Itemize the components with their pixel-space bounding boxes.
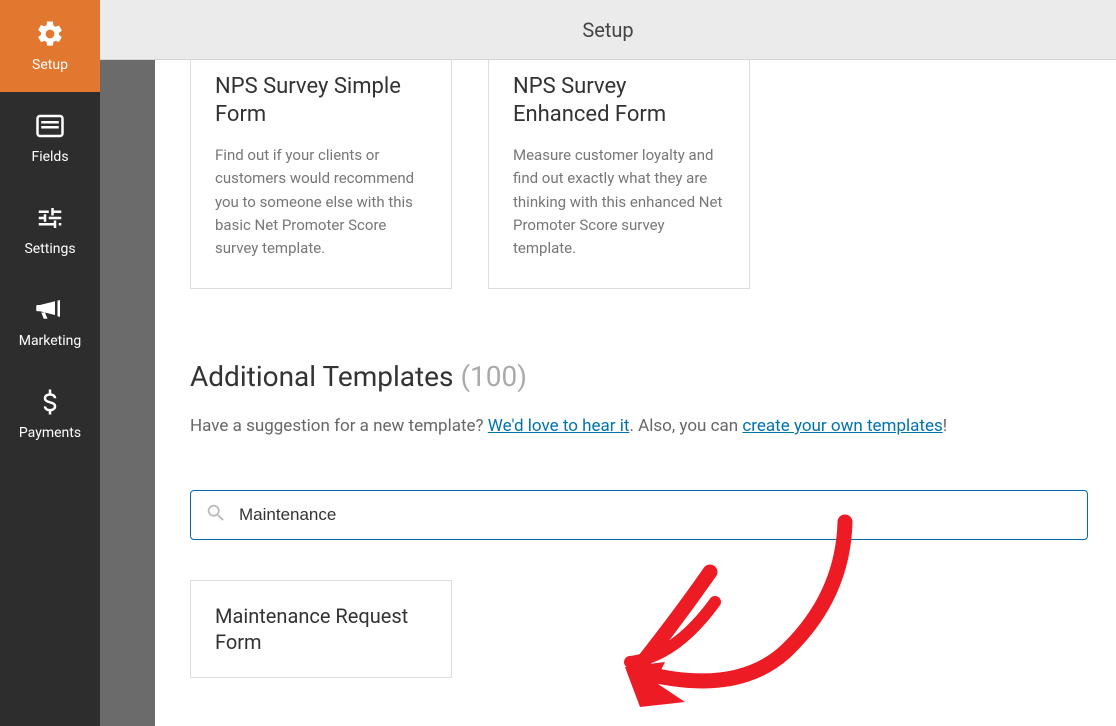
template-card-nps-enhanced[interactable]: NPS Survey Enhanced Form Measure custome…	[488, 60, 750, 289]
sidebar-label-settings: Settings	[24, 241, 75, 257]
additional-templates-heading: Additional Templates (100)	[190, 360, 527, 393]
section-title-text: Additional Templates	[190, 360, 453, 393]
template-card-nps-simple[interactable]: NPS Survey Simple Form Find out if your …	[190, 60, 452, 289]
sidebar-item-setup[interactable]: Setup	[0, 0, 100, 92]
template-search[interactable]	[190, 490, 1088, 540]
helper-mid: . Also, you can	[629, 416, 742, 436]
section-count: (100)	[460, 360, 527, 393]
template-card-maintenance[interactable]: Maintenance Request Form	[190, 580, 452, 678]
sidebar-label-marketing: Marketing	[19, 333, 82, 349]
card-title: NPS Survey Enhanced Form	[513, 73, 725, 128]
sidebar-label-payments: Payments	[19, 425, 81, 441]
page-title: Setup	[582, 18, 633, 42]
card-desc: Find out if your clients or customers wo…	[215, 144, 427, 260]
sliders-icon	[35, 203, 65, 233]
gear-icon	[35, 19, 65, 49]
helper-suffix: !	[943, 416, 947, 436]
template-cards-row: NPS Survey Simple Form Find out if your …	[190, 60, 750, 289]
sidebar-label-setup: Setup	[32, 57, 68, 73]
search-icon	[205, 502, 227, 528]
sidebar-item-payments[interactable]: Payments	[0, 368, 100, 460]
helper-prefix: Have a suggestion for a new template?	[190, 416, 488, 436]
sidebar-item-marketing[interactable]: Marketing	[0, 276, 100, 368]
suggestion-link[interactable]: We'd love to hear it	[488, 416, 630, 436]
create-template-link[interactable]: create your own templates	[742, 416, 942, 436]
helper-text: Have a suggestion for a new template? We…	[190, 412, 1088, 441]
card-title: NPS Survey Simple Form	[215, 73, 427, 128]
result-title: Maintenance Request Form	[215, 603, 427, 655]
sidebar-label-fields: Fields	[31, 149, 68, 165]
list-icon	[35, 111, 65, 141]
search-input[interactable]	[239, 505, 1073, 525]
bullhorn-icon	[35, 295, 65, 325]
topbar: Setup	[100, 0, 1116, 60]
dollar-icon	[35, 387, 65, 417]
sidebar-item-settings[interactable]: Settings	[0, 184, 100, 276]
card-desc: Measure customer loyalty and find out ex…	[513, 144, 725, 260]
sidebar-item-fields[interactable]: Fields	[0, 92, 100, 184]
sidebar: Setup Fields Settings Marketing Payments	[0, 0, 100, 726]
main-content: NPS Survey Simple Form Find out if your …	[155, 60, 1116, 726]
